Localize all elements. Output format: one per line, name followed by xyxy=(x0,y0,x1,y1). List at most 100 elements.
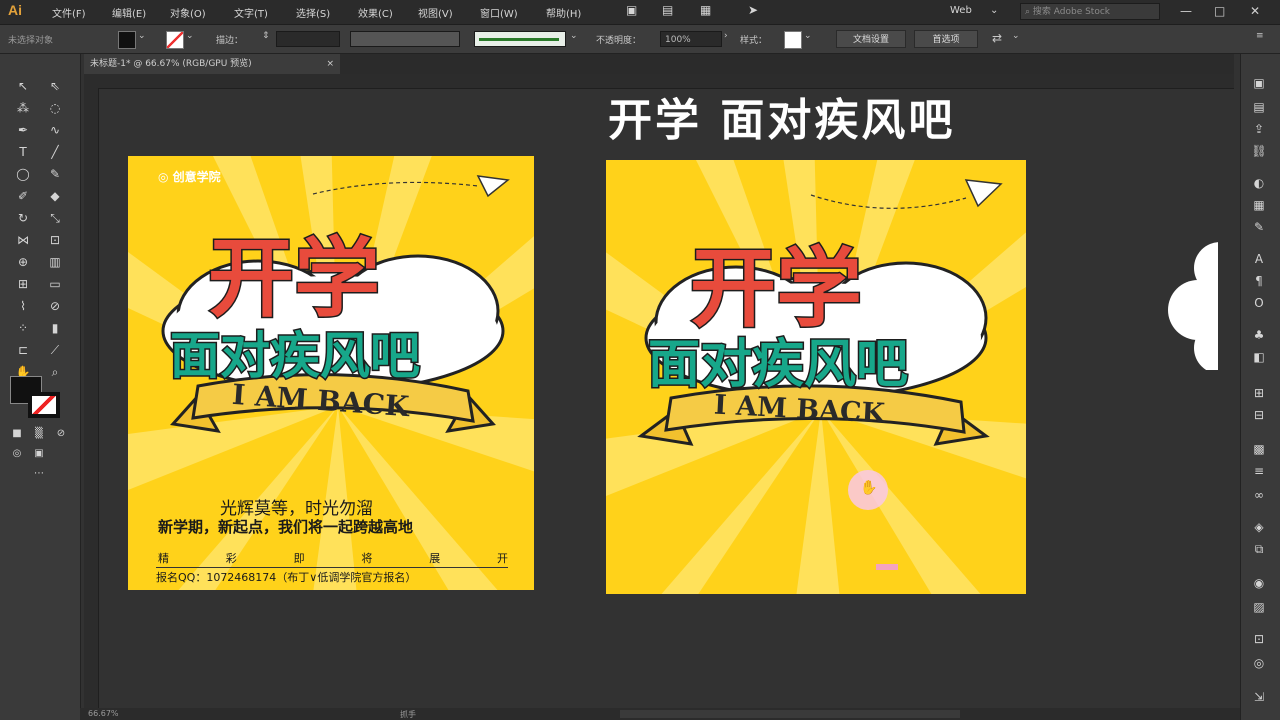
opacity-field[interactable]: 100% xyxy=(660,31,722,47)
stroke-weight-field[interactable] xyxy=(276,31,340,47)
line-tool-icon[interactable]: ╱ xyxy=(44,142,66,162)
chevron-down-icon[interactable]: ⌄ xyxy=(990,5,998,16)
info-panel-icon[interactable]: ◎ xyxy=(1248,654,1270,672)
stroke-panel-icon[interactable]: ≡ xyxy=(1248,462,1270,480)
eyedropper-tool-icon[interactable]: ⌇ xyxy=(12,296,34,316)
zoom-tool-icon[interactable]: ⌕ xyxy=(44,362,66,382)
chevron-down-icon[interactable]: ⌄ xyxy=(138,31,146,41)
direct-selection-tool-icon[interactable]: ⇖ xyxy=(44,76,66,96)
menu-window[interactable]: 窗口(W) xyxy=(480,5,518,20)
navigator-panel-icon[interactable]: ⊡ xyxy=(1248,630,1270,648)
preferences-button[interactable]: 首选项 xyxy=(914,30,978,48)
screen-mode-icon[interactable]: ▣ xyxy=(28,444,50,464)
free-transform-tool-icon[interactable]: ⊡ xyxy=(44,230,66,250)
chevron-down-icon[interactable]: ⌄ xyxy=(804,31,812,41)
layers-panel-icon[interactable]: ◈ xyxy=(1248,518,1270,536)
menu-help[interactable]: 帮助(H) xyxy=(546,5,581,20)
draw-mode-icon[interactable]: ◎ xyxy=(6,444,28,464)
character-panel-icon[interactable]: A xyxy=(1248,250,1270,268)
menu-type[interactable]: 文字(T) xyxy=(234,5,268,20)
gradient-panel-icon[interactable]: ∞ xyxy=(1248,486,1270,504)
artboards-panel-icon[interactable]: ⧉ xyxy=(1248,540,1270,558)
selection-tool-icon[interactable]: ↖ xyxy=(12,76,34,96)
gpu-icon[interactable]: ➤ xyxy=(748,3,758,17)
menu-object[interactable]: 对象(O) xyxy=(170,5,206,20)
libraries-panel-icon[interactable]: ▤ xyxy=(1248,98,1270,116)
menu-effect[interactable]: 效果(C) xyxy=(358,5,393,20)
type-tool-icon[interactable]: T xyxy=(12,142,34,162)
zoom-level[interactable]: 66.67% xyxy=(88,709,119,718)
graphic-styles-icon[interactable]: ◧ xyxy=(1248,348,1270,366)
appearance-panel-icon[interactable]: ◉ xyxy=(1248,574,1270,592)
curvature-tool-icon[interactable]: ∿ xyxy=(44,120,66,140)
chevron-down-icon[interactable]: ⌄ xyxy=(1012,31,1020,41)
mesh-tool-icon[interactable]: ⊞ xyxy=(12,274,34,294)
expand-panel-icon[interactable]: ⇲ xyxy=(1248,688,1270,706)
fill-swatch[interactable] xyxy=(118,31,136,49)
menu-select[interactable]: 选择(S) xyxy=(296,5,330,20)
canvas-headline[interactable]: 开学 面对疾风吧 xyxy=(608,84,955,148)
menu-view[interactable]: 视图(V) xyxy=(418,5,453,20)
paintbrush-tool-icon[interactable]: ✎ xyxy=(44,164,66,184)
arrange-icon[interactable]: ▦ xyxy=(700,3,711,17)
slice-tool-icon[interactable]: ⟋ xyxy=(44,340,66,360)
brushes-panel-icon[interactable]: ✎ xyxy=(1248,218,1270,236)
symbols-panel-icon[interactable]: ♣ xyxy=(1248,326,1270,344)
scale-tool-icon[interactable]: ⤡ xyxy=(44,208,66,228)
shape-builder-tool-icon[interactable]: ⊕ xyxy=(12,252,34,272)
transform-panel-icon[interactable]: ⊟ xyxy=(1248,406,1270,424)
color-mode-icon[interactable]: ■ xyxy=(6,424,28,444)
document-tab[interactable]: 未标题-1* @ 66.67% (RGB/GPU 预览) × xyxy=(84,54,340,74)
stroke-color-box[interactable] xyxy=(28,392,60,418)
graphic-style-swatch[interactable] xyxy=(784,31,802,49)
properties-panel-icon[interactable]: ▣ xyxy=(1248,74,1270,92)
symbol-sprayer-tool-icon[interactable]: ⁘ xyxy=(12,318,34,338)
eraser-tool-icon[interactable]: ◆ xyxy=(44,186,66,206)
none-mode-icon[interactable]: ⊘ xyxy=(50,424,72,444)
menu-edit[interactable]: 编辑(E) xyxy=(112,5,146,20)
edit-toolbar-icon[interactable]: ⋯ xyxy=(28,464,50,484)
perspective-grid-tool-icon[interactable]: ▥ xyxy=(44,252,66,272)
bridge-icon[interactable]: ▣ xyxy=(626,3,637,17)
color-panel-icon[interactable]: ◐ xyxy=(1248,174,1270,192)
width-tool-icon[interactable]: ⋈ xyxy=(12,230,34,250)
pen-tool-icon[interactable]: ✒ xyxy=(12,120,34,140)
asset-export-icon[interactable]: ⇪ xyxy=(1248,120,1270,138)
rotate-tool-icon[interactable]: ↻ xyxy=(12,208,34,228)
close-tab-icon[interactable]: × xyxy=(326,54,334,74)
poster-left[interactable]: ◎ 创意学院 开学 面对疾风吧 I AM BACK 光辉莫等，时光勿溜 新学期，… xyxy=(128,156,534,590)
paragraph-panel-icon[interactable]: ¶ xyxy=(1248,272,1270,290)
stroke-swatch[interactable] xyxy=(166,31,184,49)
magic-wand-tool-icon[interactable]: ⁂ xyxy=(12,98,34,118)
stepper-icon[interactable]: ⇕ xyxy=(262,31,270,41)
stock-search-input[interactable]: ⌕ 搜索 Adobe Stock xyxy=(1020,3,1160,20)
shaper-tool-icon[interactable]: ✐ xyxy=(12,186,34,206)
lasso-tool-icon[interactable]: ◌ xyxy=(44,98,66,118)
image-trace-icon[interactable]: ▨ xyxy=(1248,598,1270,616)
menu-file[interactable]: 文件(F) xyxy=(52,5,86,20)
panel-menu-icon[interactable]: ≡ xyxy=(1256,31,1264,41)
chevron-right-icon[interactable]: › xyxy=(724,31,728,41)
vertical-ruler[interactable] xyxy=(84,88,99,708)
close-icon[interactable]: ✕ xyxy=(1250,4,1260,18)
chevron-down-icon[interactable]: ⌄ xyxy=(570,31,578,41)
opentype-panel-icon[interactable]: O xyxy=(1248,294,1270,312)
poster-right[interactable]: 开学 面对疾风吧 I AM BACK xyxy=(606,160,1026,594)
pathfinder-panel-icon[interactable]: ▩ xyxy=(1248,440,1270,458)
gradient-tool-icon[interactable]: ▭ xyxy=(44,274,66,294)
maximize-icon[interactable]: □ xyxy=(1214,4,1225,18)
stock-icon[interactable]: ▤ xyxy=(662,3,673,17)
brush-definition[interactable] xyxy=(474,31,566,47)
gradient-mode-icon[interactable]: ▒ xyxy=(28,424,50,444)
minimize-icon[interactable]: — xyxy=(1180,4,1192,18)
links-panel-icon[interactable]: ⛓ xyxy=(1248,142,1270,160)
chevron-down-icon[interactable]: ⌄ xyxy=(186,31,194,41)
transform-icon[interactable]: ⇄ xyxy=(992,31,1002,45)
document-setup-button[interactable]: 文档设置 xyxy=(836,30,906,48)
variable-width-profile[interactable] xyxy=(350,31,460,47)
blend-tool-icon[interactable]: ⊘ xyxy=(44,296,66,316)
align-panel-icon[interactable]: ⊞ xyxy=(1248,384,1270,402)
horizontal-scrollbar[interactable] xyxy=(620,710,960,718)
artboard-tool-icon[interactable]: ⊏ xyxy=(12,340,34,360)
swatches-panel-icon[interactable]: ▦ xyxy=(1248,196,1270,214)
